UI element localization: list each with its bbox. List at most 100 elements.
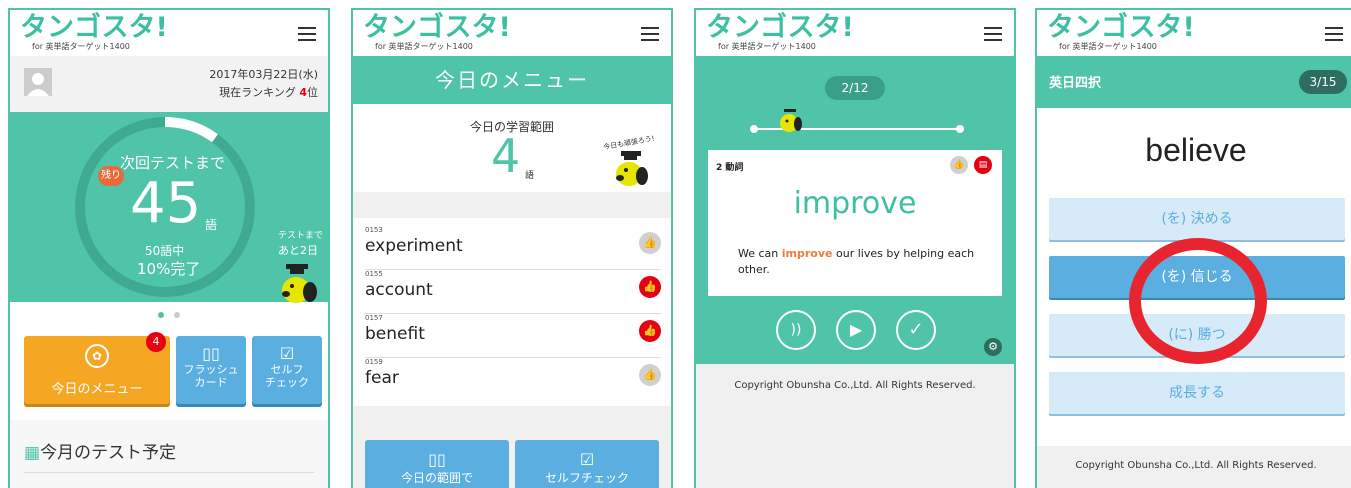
progress-start-dot bbox=[750, 125, 758, 133]
paw-icon: ✿ bbox=[85, 344, 109, 368]
part-of-speech: 2 動詞 bbox=[716, 163, 744, 173]
bookmark-icon[interactable]: ▤ bbox=[974, 156, 992, 174]
flashcard-label: フラッシュ カード bbox=[183, 363, 239, 389]
quiz-mode-label: 英日四択 bbox=[1049, 76, 1102, 91]
hamburger-menu-icon[interactable] bbox=[984, 27, 1002, 41]
word-headword: improve bbox=[793, 186, 917, 221]
copyright-text: Copyright Obunsha Co.,Ltd. All Rights Re… bbox=[1075, 460, 1317, 471]
completion-percent: 10%完了 bbox=[137, 260, 201, 278]
sentence-start: We can bbox=[738, 247, 782, 260]
calendar-icon: ▦ bbox=[24, 443, 41, 463]
hamburger-menu-icon[interactable] bbox=[641, 27, 659, 41]
app-logo: タンゴスタ! bbox=[20, 12, 168, 43]
test-countdown-days: あと2日 bbox=[278, 244, 318, 257]
checklist-icon: ☑ bbox=[279, 344, 295, 363]
app-logo: タンゴスタ! bbox=[706, 12, 854, 43]
app-logo: タンゴスタ! bbox=[363, 12, 511, 43]
remaining-count: 45 bbox=[130, 171, 202, 236]
word-list-item[interactable]: 0159 fear 👍 bbox=[365, 358, 661, 402]
user-bar: 2017年03月22日(水) 現在ランキング 4位 bbox=[10, 56, 328, 112]
word-list-item[interactable]: 0155 account 👍 bbox=[365, 270, 661, 314]
app-logo-subtitle: for 英単語ターゲット1400 bbox=[718, 42, 816, 51]
ranking-label: 現在ランキング bbox=[219, 86, 296, 99]
word-number: 0153 bbox=[365, 226, 383, 234]
word-list-item[interactable]: 0157 benefit 👍 bbox=[365, 314, 661, 358]
progress-dog-icon bbox=[780, 109, 802, 132]
flashcard-button[interactable]: ▯▯ フラッシュ カード bbox=[176, 336, 246, 404]
test-countdown-label: テストまで bbox=[278, 231, 324, 241]
word-text: fear bbox=[365, 368, 399, 388]
hamburger-menu-icon[interactable] bbox=[1325, 27, 1343, 41]
carousel-dot[interactable] bbox=[174, 312, 180, 318]
listen-button[interactable]: )) bbox=[776, 310, 816, 350]
spacer bbox=[353, 192, 671, 218]
word-text: account bbox=[365, 280, 433, 300]
carousel-dot-active[interactable] bbox=[158, 312, 164, 318]
example-sentence: We can improve our lives by helping each… bbox=[738, 246, 978, 278]
play-button[interactable]: ▶ bbox=[836, 310, 876, 350]
word-list-item[interactable]: 0153 experiment 👍 bbox=[365, 226, 661, 270]
footer: Copyright Obunsha Co.,Ltd. All Rights Re… bbox=[1037, 446, 1351, 488]
today-menu-label: 今日のメニュー bbox=[51, 382, 143, 397]
cards-icon: ▯▯ bbox=[202, 344, 220, 363]
thumbs-up-icon[interactable]: 👍 bbox=[639, 364, 661, 386]
total-words: 50語中 bbox=[145, 244, 185, 258]
app-header: タンゴスタ! for 英単語ターゲット1400 bbox=[1037, 10, 1351, 56]
flashcard-screen: タンゴスタ! for 英単語ターゲット1400 2/12 2 動詞 👍 ▤ im… bbox=[694, 8, 1016, 488]
settings-gear-icon[interactable]: ⚙ bbox=[984, 338, 1002, 356]
answer-choice[interactable]: (を) 決める bbox=[1049, 198, 1345, 240]
schedule-title-text: 今月のテスト予定 bbox=[40, 443, 177, 463]
thumbs-up-icon[interactable]: 👍 bbox=[950, 156, 968, 174]
cards-icon: ▯▯ bbox=[428, 450, 446, 469]
progress-end-dot bbox=[956, 125, 964, 133]
app-logo-subtitle: for 英単語ターゲット1400 bbox=[1059, 42, 1157, 51]
copyright-text: Copyright Obunsha Co.,Ltd. All Rights Re… bbox=[734, 380, 976, 391]
self-check-button[interactable]: ☑ セルフ チェック bbox=[252, 336, 322, 404]
page-title: 今日のメニュー bbox=[353, 56, 671, 104]
self-check-button[interactable]: ☑ セルフチェック bbox=[515, 440, 659, 488]
thumbs-up-icon[interactable]: 👍 bbox=[639, 276, 661, 298]
range-count: 4 bbox=[491, 129, 521, 183]
question-word: believe bbox=[1145, 132, 1247, 168]
app-logo-subtitle: for 英単語ターゲット1400 bbox=[32, 42, 130, 51]
sentence-keyword: improve bbox=[781, 247, 833, 260]
word-text: benefit bbox=[365, 324, 425, 344]
ranking-number: 4 bbox=[299, 86, 307, 99]
play-icon: ▶ bbox=[849, 320, 863, 339]
app-logo-subtitle: for 英単語ターゲット1400 bbox=[375, 42, 473, 51]
checkmark-icon: ✓ bbox=[908, 319, 924, 340]
word-text: experiment bbox=[365, 236, 463, 256]
bottom-actions: ▯▯ 今日の範囲で ☑ セルフチェック bbox=[353, 406, 671, 488]
app-logo: タンゴスタ! bbox=[1047, 12, 1195, 43]
study-range-button[interactable]: ▯▯ 今日の範囲で bbox=[365, 440, 509, 488]
schedule-section: ▦今月のテスト予定 bbox=[10, 420, 328, 488]
current-date: 2017年03月22日(水) bbox=[209, 68, 318, 81]
hamburger-menu-icon[interactable] bbox=[298, 27, 316, 41]
ranking-suffix: 位 bbox=[307, 86, 318, 99]
word-number: 0155 bbox=[365, 270, 383, 278]
app-header: タンゴスタ! for 英単語ターゲット1400 bbox=[353, 10, 671, 56]
thumbs-up-icon[interactable]: 👍 bbox=[639, 320, 661, 342]
checklist-icon: ☑ bbox=[579, 450, 595, 469]
word-number: 0157 bbox=[365, 314, 383, 322]
word-number: 0159 bbox=[365, 358, 383, 366]
self-check-label: セルフチェック bbox=[544, 471, 629, 485]
question-counter: 3/15 bbox=[1299, 70, 1347, 94]
divider bbox=[24, 472, 314, 473]
check-button[interactable]: ✓ bbox=[896, 310, 936, 350]
thumbs-up-icon[interactable]: 👍 bbox=[639, 232, 661, 254]
today-menu-screen: タンゴスタ! for 英単語ターゲット1400 今日のメニュー 今日の学習範囲 … bbox=[351, 8, 673, 488]
mascot-dog-icon bbox=[282, 264, 317, 303]
ranking-text: 現在ランキング 4位 bbox=[219, 84, 318, 100]
flashcard-area: 2/12 2 動詞 👍 ▤ improve We can improve our… bbox=[696, 56, 1014, 364]
quiz-header: 英日四択 3/15 bbox=[1037, 56, 1351, 108]
word-card[interactable]: 2 動詞 👍 ▤ improve We can improve our live… bbox=[708, 150, 1002, 296]
self-check-label: セルフ チェック bbox=[265, 363, 309, 389]
ear-icon: )) bbox=[790, 322, 802, 338]
schedule-title: ▦今月のテスト予定 bbox=[24, 438, 176, 463]
footer: Copyright Obunsha Co.,Ltd. All Rights Re… bbox=[696, 364, 1014, 488]
answer-choice[interactable]: 成長する bbox=[1049, 372, 1345, 414]
avatar[interactable] bbox=[24, 68, 52, 96]
app-header: タンゴスタ! for 英単語ターゲット1400 bbox=[696, 10, 1014, 56]
quiz-screen: タンゴスタ! for 英単語ターゲット1400 英日四択 3/15 believ… bbox=[1035, 8, 1351, 488]
